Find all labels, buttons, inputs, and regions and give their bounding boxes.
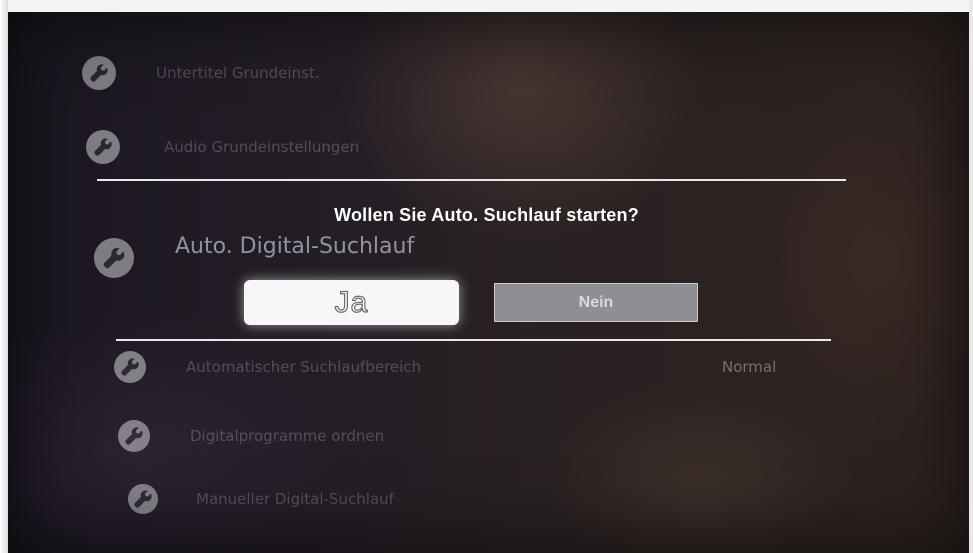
dialog-question: Wollen Sie Auto. Suchlauf starten? — [334, 205, 639, 225]
photo-border-right — [969, 0, 973, 553]
menu-item-audio[interactable]: Audio Grundeinstellungen — [86, 130, 359, 164]
yes-button-label: Ja — [334, 285, 369, 319]
menu-item-label: Audio Grundeinstellungen — [164, 138, 360, 156]
no-button[interactable]: Nein — [494, 283, 698, 322]
menu-item-label: Untertitel Grundeinst. — [156, 64, 320, 82]
menu-item-label: Manueller Digital-Suchlauf — [196, 490, 394, 508]
wrench-icon — [94, 238, 134, 278]
wrench-icon — [128, 484, 158, 514]
wrench-icon — [118, 420, 150, 452]
menu-item-manueller-suchlauf[interactable]: Manueller Digital-Suchlauf — [128, 484, 394, 514]
menu-item-suchlaufbereich[interactable]: Automatischer Suchlaufbereich — [114, 351, 421, 383]
wrench-icon — [82, 56, 116, 90]
wrench-icon — [86, 130, 120, 164]
yes-button[interactable]: Ja — [244, 280, 459, 325]
wrench-icon — [114, 351, 146, 383]
section-title: Auto. Digital-Suchlauf — [175, 234, 415, 259]
dialog-bottom-divider — [116, 339, 831, 341]
menu-item-untertitel[interactable]: Untertitel Grundeinst. — [82, 56, 320, 90]
dialog-top-divider — [97, 179, 846, 181]
photo-border-top — [0, 0, 973, 12]
menu-item-label: Digitalprogramme ordnen — [190, 427, 385, 445]
menu-item-programme-ordnen[interactable]: Digitalprogramme ordnen — [118, 420, 384, 452]
no-button-label: Nein — [578, 293, 614, 311]
suchlaufbereich-value: Normal — [722, 358, 777, 376]
menu-item-label: Automatischer Suchlaufbereich — [186, 358, 422, 376]
section-icon — [94, 238, 134, 278]
photo-border-left — [0, 0, 8, 553]
